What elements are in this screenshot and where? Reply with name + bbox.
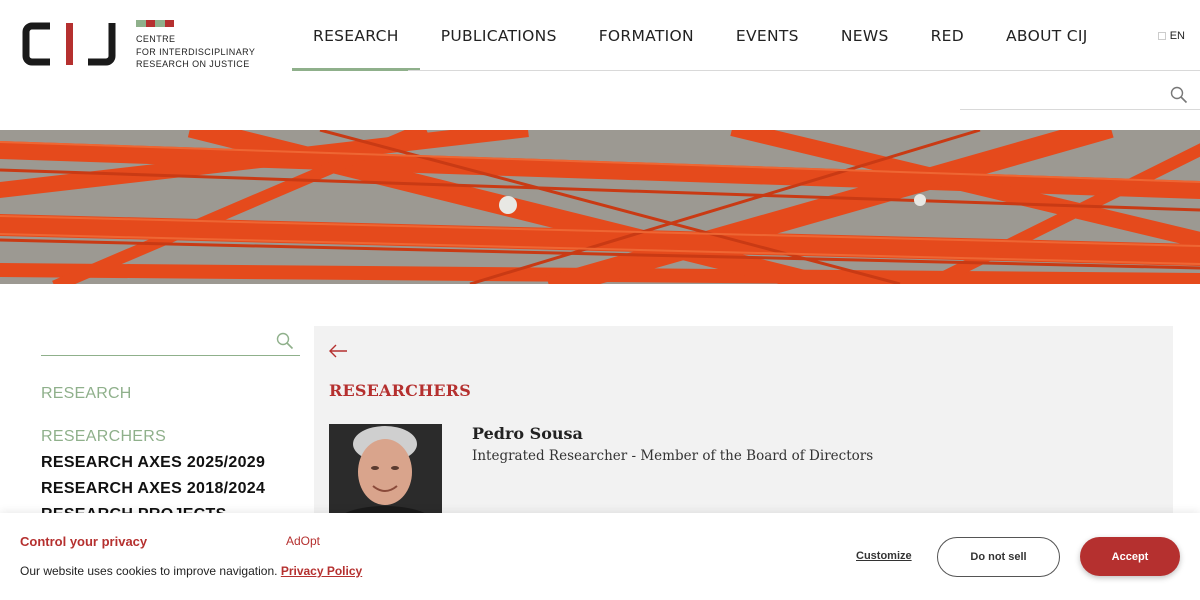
researcher-role: Integrated Researcher - Member of the Bo…: [472, 448, 874, 464]
nav-item-formation[interactable]: FORMATION: [578, 0, 715, 71]
accept-button[interactable]: Accept: [1080, 537, 1180, 576]
logo-line-3: RESEARCH ON JUSTICE: [136, 59, 250, 69]
header-search-input[interactable]: [960, 83, 1160, 107]
main-navigation: RESEARCH PUBLICATIONS FORMATION EVENTS N…: [292, 0, 1109, 71]
privacy-policy-link[interactable]: Privacy Policy: [281, 564, 362, 578]
header-search: [960, 83, 1200, 110]
cookie-brand[interactable]: AdOpt: [286, 534, 320, 548]
nav-item-red[interactable]: RED: [910, 0, 985, 71]
cij-logo-mark: [20, 20, 118, 68]
sidebar-item-axes-2018[interactable]: RESEARCH AXES 2018/2024: [41, 476, 265, 502]
nav-item-about[interactable]: ABOUT CIJ: [985, 0, 1109, 71]
nav-item-news[interactable]: NEWS: [820, 0, 910, 71]
nav-divider: [408, 70, 1200, 71]
language-switcher[interactable]: EN: [1157, 30, 1185, 42]
nav-item-publications[interactable]: PUBLICATIONS: [420, 0, 578, 71]
researcher-photo[interactable]: [329, 424, 442, 524]
section-title: RESEARCHERS: [329, 381, 472, 400]
sidebar-title[interactable]: RESEARCH: [41, 385, 132, 403]
search-icon[interactable]: [1170, 86, 1188, 109]
language-label: EN: [1169, 30, 1185, 42]
back-arrow-icon[interactable]: [328, 344, 348, 363]
flag-icon: [1157, 32, 1166, 40]
sidebar-search: [41, 326, 300, 356]
do-not-sell-button[interactable]: Do not sell: [937, 537, 1060, 577]
sidebar-item-researchers[interactable]: RESEARCHERS: [41, 424, 265, 450]
customize-button[interactable]: Customize: [856, 550, 912, 562]
sidebar-search-input[interactable]: [41, 326, 261, 354]
cookie-title: Control your privacy: [20, 534, 148, 549]
researcher-name[interactable]: Pedro Sousa: [472, 424, 583, 443]
logo-color-stripe: [136, 20, 174, 27]
nav-item-events[interactable]: EVENTS: [715, 0, 820, 71]
logo-line-2: FOR INTERDISCIPLINARY: [136, 46, 256, 57]
cookie-text: Our website uses cookies to improve navi…: [20, 564, 278, 578]
search-icon[interactable]: [276, 332, 294, 355]
cookie-text-wrap: Our website uses cookies to improve navi…: [20, 564, 362, 578]
hero-banner-image: [0, 130, 1200, 284]
site-logo[interactable]: CENTRE FOR INTERDISCIPLINARY RESEARCH ON…: [20, 20, 266, 71]
researcher-card: RESEARCHERS Pedro Sousa Integrated Resea…: [314, 326, 1173, 526]
sidebar-item-axes-2025[interactable]: RESEARCH AXES 2025/2029: [41, 450, 265, 476]
cookie-consent-banner: Control your privacy AdOpt Our website u…: [0, 513, 1200, 600]
nav-item-research[interactable]: RESEARCH: [292, 0, 420, 71]
logo-line-1: CENTRE: [136, 34, 176, 44]
